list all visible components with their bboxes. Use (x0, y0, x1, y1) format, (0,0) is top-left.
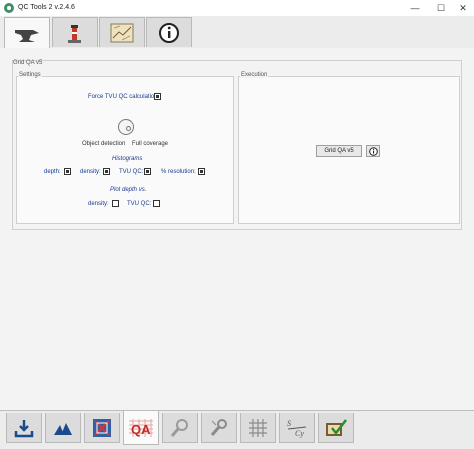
tab-inspector[interactable] (201, 413, 237, 443)
tab-info[interactable] (146, 17, 192, 47)
app-icon (4, 3, 14, 13)
close-button[interactable]: ✕ (450, 0, 474, 16)
tab-grid-qa[interactable] (84, 413, 120, 443)
force-tvu-checkbox[interactable] (154, 93, 161, 100)
hist-depth-checkbox[interactable] (64, 168, 71, 175)
hist-density-checkbox[interactable] (103, 168, 110, 175)
window-title: QC Tools 2 v.2.4.6 (18, 4, 75, 11)
tab-sdcy[interactable]: S Cy (279, 413, 315, 443)
grid-qa-icon (93, 418, 111, 437)
tab-triangles[interactable] (45, 413, 81, 443)
grid-icon (249, 418, 267, 437)
plot-depth-label: Plot depth vs. (110, 187, 147, 193)
svg-text:QA: QA (131, 422, 151, 437)
settings-title: Settings (18, 72, 42, 78)
triangles-icon (54, 422, 72, 435)
magnifier-icon (170, 418, 188, 437)
sdcy-icon: S Cy (287, 419, 307, 438)
tab-import[interactable] (6, 413, 42, 443)
tab-check-book[interactable] (318, 413, 354, 443)
tab-qa[interactable]: QA (123, 411, 159, 445)
svg-text:S: S (287, 419, 291, 428)
tab-bag[interactable] (52, 17, 98, 47)
tab-grid[interactable] (240, 413, 276, 443)
import-icon (14, 419, 34, 437)
grid-qa-info-button[interactable] (366, 145, 380, 157)
hist-resolution-label: % resolution: (161, 169, 196, 175)
hist-tvuqc-checkbox[interactable] (144, 168, 151, 175)
grid-qa-run-button[interactable]: Grid QA v5 (316, 145, 362, 157)
object-detection-label: Object detection (82, 141, 126, 147)
execution-title: Execution (240, 72, 269, 78)
hist-density-label: density: (80, 169, 101, 175)
plot-tvuqc-checkbox[interactable] (153, 200, 160, 207)
hist-depth-label: depth: (44, 169, 61, 175)
lighthouse-icon (68, 24, 81, 43)
tab-chart[interactable] (99, 17, 145, 47)
minimize-button[interactable]: — (402, 0, 428, 16)
hist-resolution-checkbox[interactable] (198, 168, 205, 175)
tab-survey[interactable] (4, 17, 50, 49)
bottom-tab-bar: QA S Cy (0, 410, 474, 449)
anvil-icon (15, 29, 39, 42)
qa-icon: QA (129, 418, 153, 437)
info-icon (159, 22, 179, 43)
info-icon (368, 146, 378, 156)
hist-tvuqc-label: TVU QC: (119, 169, 144, 175)
plot-density-checkbox[interactable] (112, 200, 119, 207)
force-tvu-label: Force TVU QC calculation (88, 94, 158, 100)
svg-text:Cy: Cy (295, 429, 304, 438)
panel-title: Grid QA v5 (13, 60, 43, 66)
tab-magnifier[interactable] (162, 413, 198, 443)
histograms-label: Histograms (112, 156, 143, 162)
inspector-icon (210, 418, 227, 436)
chart-map-icon (110, 23, 134, 42)
title-bar: QC Tools 2 v.2.4.6 — ☐ ✕ (0, 0, 474, 16)
detection-coverage-dial[interactable] (118, 119, 134, 135)
top-tab-bar (0, 16, 474, 49)
plot-density-label: density: (88, 201, 109, 207)
plot-tvuqc-label: TVU QC: (127, 201, 152, 207)
full-coverage-label: Full coverage (132, 141, 169, 147)
check-book-icon (326, 418, 347, 436)
